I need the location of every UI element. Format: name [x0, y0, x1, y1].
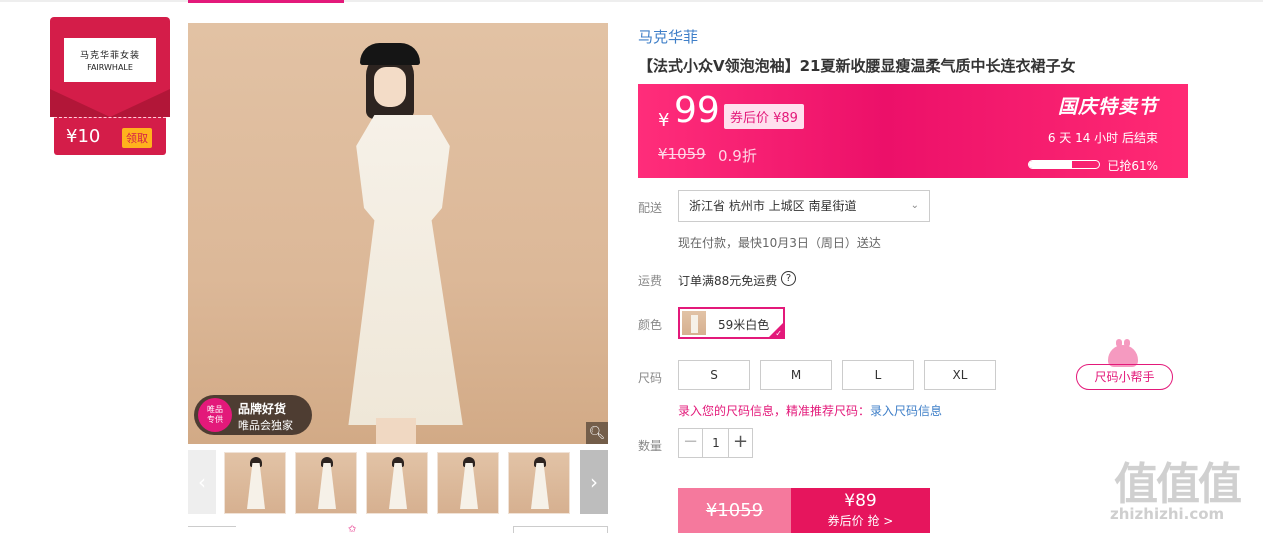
store-logo[interactable]: 马克华菲女装 FAIRWHALE: [64, 38, 156, 82]
thumbnail[interactable]: [295, 452, 357, 514]
quantity-plus-button[interactable]: +: [728, 429, 752, 457]
badge-subtitle: 唯品会独家: [238, 419, 293, 432]
shipping-label: 运费: [638, 274, 663, 288]
store-logo-cn: 马克华菲女装: [79, 51, 140, 61]
quantity-label: 数量: [638, 439, 663, 453]
brand-guarantee-badge: 唯品 专供 品牌好货 唯品会独家: [194, 395, 312, 435]
thumb-next-button[interactable]: ›: [580, 450, 608, 514]
watermark-logo: 值值值: [1114, 459, 1242, 510]
quantity-stepper: − 1 +: [678, 428, 753, 458]
thumb-prev-button[interactable]: ‹: [188, 450, 216, 514]
buy-label: 券后价 抢 >: [827, 514, 894, 528]
sale-price: 99: [674, 90, 720, 131]
size-option-l[interactable]: L: [842, 360, 914, 390]
store-logo-en: FAIRWHALE: [87, 63, 133, 72]
color-swatch-image: [682, 311, 706, 335]
model-legs: [376, 418, 416, 444]
chevron-down-icon: ⌄: [910, 200, 919, 211]
quantity-minus-button[interactable]: −: [679, 429, 703, 457]
delivery-label: 配送: [638, 201, 663, 215]
site-watermark: 值值值 zhizhizhi.com: [1110, 448, 1260, 528]
store-coupon: ¥10 领取: [54, 117, 166, 155]
size-tip-link[interactable]: 录入尺码信息: [870, 404, 942, 418]
thumbnail[interactable]: [437, 452, 499, 514]
claim-coupon-button[interactable]: 领取: [122, 128, 152, 148]
vip-exclusive-icon: 唯品 专供: [198, 398, 232, 432]
thumbnail[interactable]: [508, 452, 570, 514]
active-tab-indicator: [188, 0, 344, 3]
coupon-amount: ¥10: [66, 126, 101, 147]
sold-progress-bar: [1028, 160, 1100, 169]
delivery-estimate: 现在付款，最快10月3日（周日）送达: [678, 236, 881, 250]
watermark-url: zhizhizhi.com: [1110, 505, 1225, 523]
buy-price: ¥89: [844, 491, 877, 511]
favorite-icon: ✩: [348, 524, 357, 533]
thumbnail[interactable]: [224, 452, 286, 514]
size-option-xl[interactable]: XL: [924, 360, 996, 390]
zoom-icon[interactable]: 🔍︎: [586, 422, 608, 444]
size-label: 尺码: [638, 371, 663, 385]
event-title: 国庆特卖节: [1057, 96, 1158, 118]
after-coupon-price: 券后价 ¥89: [724, 104, 804, 129]
sold-percent: 已抢61%: [1107, 159, 1158, 173]
model-cap: [360, 43, 420, 65]
quantity-input[interactable]: 1: [703, 429, 729, 457]
color-option-label: 59米白色: [718, 318, 770, 332]
address-select[interactable]: 浙江省 杭州市 上城区 南星街道 ⌄: [678, 190, 930, 222]
countdown: 6 天 14 小时 后结束: [1047, 131, 1158, 145]
size-option-s[interactable]: S: [678, 360, 750, 390]
shipping-policy: 订单满88元免运费: [678, 274, 778, 288]
brand-link[interactable]: 马克华菲: [638, 26, 698, 47]
size-helper-button[interactable]: 尺码小帮手: [1076, 364, 1173, 390]
thumbnail[interactable]: [366, 452, 428, 514]
product-main-image[interactable]: 唯品 专供 品牌好货 唯品会独家 🔍︎: [188, 23, 608, 444]
product-title: 【法式小众V领泡泡袖】21夏新收腰显瘦温柔气质中长连衣裙子女: [638, 57, 1076, 75]
color-option-selected[interactable]: 59米白色 ✓: [678, 307, 785, 339]
original-price: ¥1059: [658, 145, 706, 163]
gallery-footer-cutoff: ✩: [188, 524, 608, 533]
size-tip: 录入您的尺码信息，精准推荐尺码：录入尺码信息: [678, 402, 942, 419]
buy-original-price: ¥1059: [678, 488, 791, 533]
size-option-m[interactable]: M: [760, 360, 832, 390]
buy-now-button[interactable]: ¥89 券后价 抢 >: [791, 488, 930, 533]
price-banner: ¥ 99 券后价 ¥89 ¥1059 0.9折 国庆特卖节 6 天 14 小时 …: [638, 84, 1188, 178]
store-card-header: 马克华菲女装 FAIRWHALE: [50, 17, 170, 117]
model-face: [374, 67, 406, 107]
model-dress: [348, 115, 463, 425]
store-coupon-card[interactable]: 马克华菲女装 FAIRWHALE ¥10 领取: [50, 17, 170, 155]
discount-rate: 0.9折: [718, 147, 757, 165]
card-fold-decoration: [50, 89, 170, 117]
check-icon: ✓: [775, 329, 782, 338]
sold-progress-fill: [1029, 161, 1072, 168]
price-currency: ¥: [658, 110, 670, 131]
size-tip-text: 录入您的尺码信息，精准推荐尺码：: [678, 404, 871, 418]
address-value: 浙江省 杭州市 上城区 南星街道: [689, 199, 857, 213]
color-label: 颜色: [638, 318, 663, 332]
badge-title: 品牌好货: [238, 402, 287, 416]
help-icon[interactable]: ?: [781, 271, 796, 286]
